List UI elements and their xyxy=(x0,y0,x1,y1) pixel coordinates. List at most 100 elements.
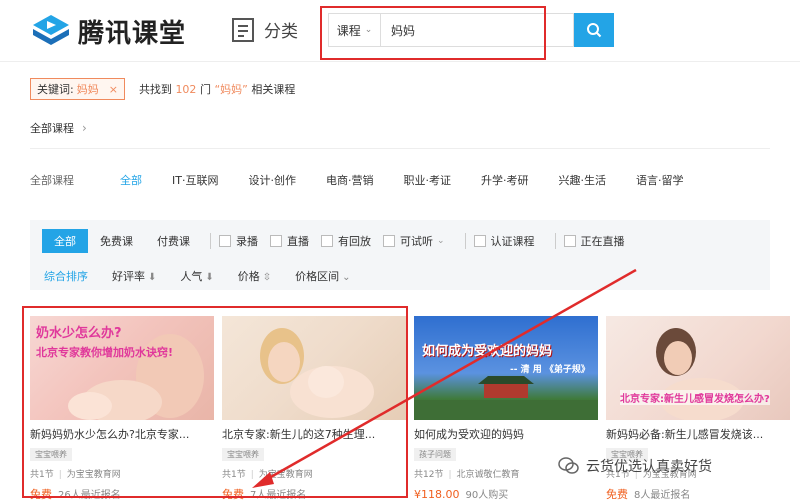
course-org[interactable]: 为宝宝教育网 xyxy=(67,470,121,480)
category-exam[interactable]: 升学·考研 xyxy=(481,172,529,188)
course-price: 免费 xyxy=(606,488,628,501)
arrow-down-icon: ⬇ xyxy=(148,272,157,283)
filter-row-type: 全部 免费课 付费课 录播 直播 有回放 可试听 ⌄ 认证课程 正在直播 xyxy=(42,229,637,253)
category-ecommerce[interactable]: 电商·营销 xyxy=(326,172,374,188)
keyword-label: 关键词: xyxy=(37,83,74,96)
wechat-icon xyxy=(558,457,579,474)
result-suffix: 相关课程 xyxy=(251,83,296,96)
course-tag: 宝宝喂养 xyxy=(222,448,264,461)
breadcrumb[interactable]: 全部课程 › xyxy=(30,120,87,136)
filter-all[interactable]: 全部 xyxy=(42,229,88,253)
sort-popularity[interactable]: 人气 ⬇ xyxy=(180,268,213,284)
thumbnail-caption: 北京专家:新生儿感冒发烧怎么办? xyxy=(620,390,770,405)
checkbox-recorded[interactable]: 录播 xyxy=(219,233,258,249)
sort-label: 价格 xyxy=(237,270,260,283)
sort-price[interactable]: 价格 ⇳ xyxy=(238,268,271,284)
price-range-select[interactable]: 价格区间 ⌄ xyxy=(295,268,350,284)
category-it[interactable]: IT·互联网 xyxy=(172,172,218,188)
checkbox-label: 有回放 xyxy=(338,235,371,248)
category-menu[interactable]: 分类 xyxy=(232,17,298,42)
keyword-row: 关键词: 妈妈 × 共找到 102 门 “妈妈” 相关课程 xyxy=(30,78,295,100)
sort-rating[interactable]: 好评率 ⬇ xyxy=(112,268,156,284)
signup-count: 26人最近报名 xyxy=(58,490,121,501)
mother-baby-image xyxy=(260,328,374,418)
course-title[interactable]: 如何成为受欢迎的妈妈 xyxy=(414,426,598,442)
category-design[interactable]: 设计·创作 xyxy=(248,172,296,188)
checkbox-box xyxy=(321,235,333,247)
play-logo-icon xyxy=(33,15,69,45)
result-count: 102 xyxy=(175,83,197,96)
chevron-down-icon: ⌄ xyxy=(364,25,373,35)
checkbox-trial[interactable]: 可试听 ⌄ xyxy=(383,233,445,249)
course-tag: 孩子问题 xyxy=(414,448,456,461)
category-language[interactable]: 语言·留学 xyxy=(636,172,684,188)
course-tag: 宝宝喂养 xyxy=(30,448,72,461)
breadcrumb-label: 全部课程 xyxy=(30,122,74,135)
checkbox-box xyxy=(473,235,486,247)
checkbox-live-now[interactable]: 正在直播 xyxy=(563,233,625,249)
top-header: 腾讯课堂 分类 课程 ⌄ xyxy=(0,0,800,62)
sort-label: 价格区间 xyxy=(295,270,340,283)
filter-bar: 全部 免费课 付费课 录播 直播 有回放 可试听 ⌄ 认证课程 正在直播 综合排序… xyxy=(30,220,770,290)
brand-name: 腾讯课堂 xyxy=(78,18,187,49)
sort-default[interactable]: 综合排序 xyxy=(44,268,88,284)
chevron-right-icon: › xyxy=(82,121,87,135)
course-title[interactable]: 新妈妈奶水少怎么办?北京专家... xyxy=(30,426,214,442)
lesson-count: 共1节 xyxy=(30,470,54,480)
keyword-value: 妈妈 xyxy=(76,83,99,96)
course-price: 免费 xyxy=(30,488,52,501)
signup-count: 90人购买 xyxy=(465,490,509,501)
filter-free[interactable]: 免费课 xyxy=(88,229,145,253)
course-thumbnail[interactable] xyxy=(222,316,406,420)
checkbox-box xyxy=(383,235,395,247)
close-icon[interactable]: × xyxy=(109,83,118,96)
keyword-tag[interactable]: 关键词: 妈妈 × xyxy=(30,78,125,100)
thumbnail-caption: 北京专家教你增加奶水诀窍! xyxy=(36,346,174,359)
course-price-row: ¥118.00 90人购买 xyxy=(414,486,598,501)
course-meta: 共1节 | 为宝宝教育网 xyxy=(222,467,406,480)
category-hobby[interactable]: 兴趣·生活 xyxy=(558,172,606,188)
result-unit: 门 xyxy=(199,83,211,96)
divider xyxy=(464,233,466,249)
checkbox-live[interactable]: 直播 xyxy=(270,233,309,249)
checkbox-box xyxy=(219,235,231,247)
divider: | xyxy=(58,470,62,480)
checkbox-box xyxy=(270,235,282,247)
result-prefix: 共找到 xyxy=(138,83,172,96)
course-org[interactable]: 为宝宝教育网 xyxy=(259,470,313,480)
search-type-label: 课程 xyxy=(336,23,361,38)
course-price: ¥118.00 xyxy=(414,488,460,501)
filter-paid[interactable]: 付费课 xyxy=(145,229,202,253)
course-price-row: 免费 26人最近报名 xyxy=(30,486,214,502)
search-button[interactable] xyxy=(574,13,614,47)
category-career[interactable]: 职业·考证 xyxy=(403,172,451,188)
checkbox-certified[interactable]: 认证课程 xyxy=(473,233,535,249)
checkbox-replay[interactable]: 有回放 xyxy=(321,233,371,249)
sort-label: 人气 xyxy=(180,270,203,283)
checkbox-label: 正在直播 xyxy=(580,235,625,248)
search-input[interactable] xyxy=(381,14,573,46)
checkbox-label: 认证课程 xyxy=(490,235,535,248)
course-title[interactable]: 北京专家:新生儿的这7种生理... xyxy=(222,426,406,442)
course-card[interactable]: 奶水少怎么办? 北京专家教你增加奶水诀窍! 新妈妈奶水少怎么办?北京专家... … xyxy=(30,316,214,502)
course-thumbnail[interactable]: 北京专家:新生儿感冒发烧怎么办? xyxy=(606,316,790,420)
course-price-row: 免费 8人最近报名 xyxy=(606,486,790,502)
divider: | xyxy=(250,470,254,480)
search-box: 课程 ⌄ xyxy=(328,13,574,47)
checkbox-label: 可试听 xyxy=(400,235,433,248)
course-thumbnail[interactable]: 奶水少怎么办? 北京专家教你增加奶水诀窍! xyxy=(30,316,214,420)
search-type-select[interactable]: 课程 ⌄ xyxy=(329,14,381,46)
result-query: “妈妈” xyxy=(214,83,248,96)
thumbnail-caption: 如何成为受欢迎的妈妈 xyxy=(422,344,553,359)
thumbnail-caption: -- 清 用 《弟子规》 xyxy=(510,365,590,375)
checkbox-box xyxy=(563,235,576,247)
course-org[interactable]: 北京诚敬仁教育 xyxy=(457,470,520,480)
course-card[interactable]: 北京专家:新生儿的这7种生理... 宝宝喂养 共1节 | 为宝宝教育网 免费 7人最近… xyxy=(222,316,406,502)
arrow-down-icon: ⬇ xyxy=(205,272,214,283)
category-all[interactable]: 全部 xyxy=(120,172,142,188)
divider xyxy=(210,233,211,249)
brand-logo[interactable]: 腾讯课堂 xyxy=(32,12,186,50)
course-title[interactable]: 新妈妈必备:新生儿感冒发烧该... xyxy=(606,426,790,442)
course-thumbnail[interactable]: 如何成为受欢迎的妈妈 -- 清 用 《弟子规》 xyxy=(414,316,598,420)
lesson-count: 共12节 xyxy=(414,470,444,480)
